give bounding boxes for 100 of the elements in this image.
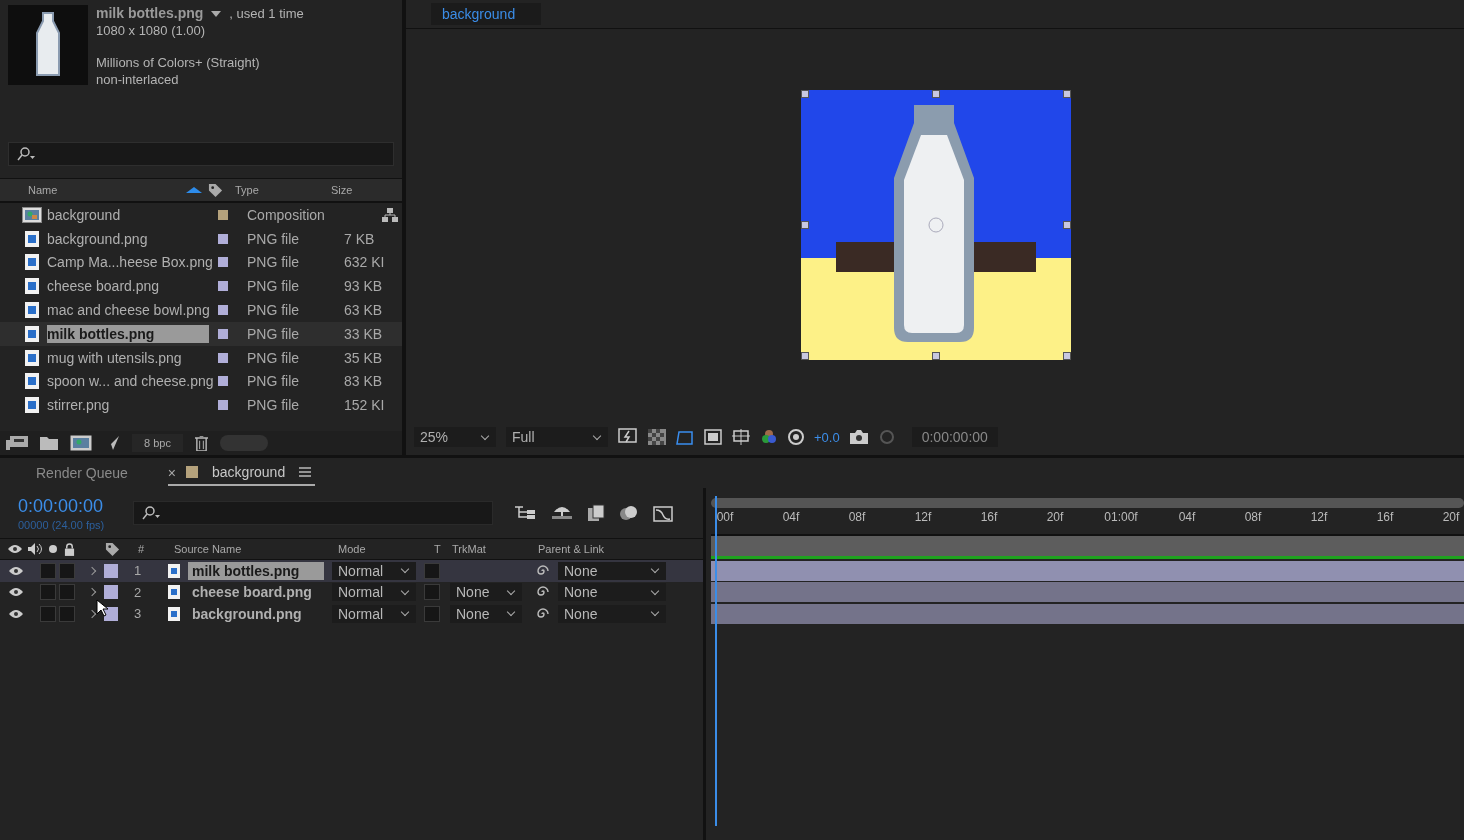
- region-of-interest-icon[interactable]: [704, 429, 722, 445]
- label-color-swatch[interactable]: [218, 209, 228, 220]
- blend-mode-dropdown[interactable]: Normal: [332, 604, 416, 623]
- camera-icon[interactable]: [849, 430, 868, 444]
- parent-dropdown[interactable]: None: [558, 604, 666, 623]
- layer-row[interactable]: 1 milk bottles.png Normal None: [0, 560, 703, 582]
- bit-depth-button[interactable]: 8 bpc: [132, 434, 183, 452]
- column-header[interactable]: TrkMat: [452, 543, 532, 555]
- magnification-dropdown[interactable]: 25%: [414, 427, 496, 447]
- column-header[interactable]: T: [434, 543, 446, 555]
- lock-toggle[interactable]: [59, 562, 75, 579]
- preserve-transparency-toggle[interactable]: [424, 562, 440, 579]
- search-field[interactable]: [133, 501, 493, 525]
- folder-icon[interactable]: [40, 436, 58, 450]
- label-color-swatch[interactable]: [218, 352, 228, 363]
- composition-tab[interactable]: background: [431, 3, 542, 25]
- label-color-swatch[interactable]: [218, 400, 228, 411]
- project-item[interactable]: stirrer.png PNG file 152 KI: [0, 393, 402, 418]
- project-item[interactable]: mug with utensils.png PNG file 35 KB: [0, 345, 402, 370]
- ruler-label: 08f: [848, 510, 866, 524]
- ruler-label: 01:00f: [1104, 510, 1138, 524]
- size-column-header[interactable]: Size: [331, 184, 353, 196]
- composition-icon: [22, 206, 42, 223]
- ruler-label: 12f: [914, 510, 932, 524]
- transform-handle[interactable]: [801, 90, 809, 98]
- color-channels-icon[interactable]: [760, 429, 778, 445]
- parent-dropdown[interactable]: None: [558, 583, 666, 602]
- search-field[interactable]: [8, 142, 394, 166]
- transparency-grid-icon[interactable]: [648, 429, 666, 445]
- lock-toggle[interactable]: [59, 584, 75, 601]
- label-color-swatch[interactable]: [104, 606, 118, 621]
- current-time-display[interactable]: 0:00:00:00: [911, 427, 998, 447]
- pick-whip-icon[interactable]: [536, 563, 550, 578]
- project-item[interactable]: Camp Ma...heese Box.png PNG file 632 KI: [0, 250, 402, 275]
- preserve-transparency-toggle[interactable]: [424, 584, 440, 601]
- new-composition-icon[interactable]: [70, 435, 92, 451]
- trash-icon[interactable]: [194, 435, 208, 451]
- solo-toggle[interactable]: [40, 584, 56, 601]
- type-column-header[interactable]: Type: [235, 184, 331, 196]
- menu-icon[interactable]: [299, 467, 312, 477]
- transform-handle[interactable]: [801, 352, 809, 360]
- graph-editor-icon[interactable]: [653, 504, 673, 522]
- preserve-transparency-toggle[interactable]: [424, 605, 440, 622]
- current-time-display[interactable]: 0:00:00:00: [18, 495, 133, 517]
- transform-handle[interactable]: [932, 352, 940, 360]
- parent-dropdown[interactable]: None: [558, 561, 666, 580]
- guides-icon[interactable]: [732, 429, 750, 445]
- project-item[interactable]: mac and cheese bowl.png PNG file 63 KB: [0, 298, 402, 322]
- composition-flowchart-icon[interactable]: [515, 504, 537, 520]
- solo-toggle[interactable]: [40, 605, 56, 622]
- blend-mode-dropdown[interactable]: Normal: [332, 583, 416, 602]
- label-color-swatch[interactable]: [218, 328, 228, 339]
- layer-row[interactable]: 2 cheese board.png Normal None None: [0, 581, 703, 603]
- dropdown-caret-icon[interactable]: [211, 10, 222, 17]
- lock-toggle[interactable]: [59, 605, 75, 622]
- layer-duration-bar[interactable]: [711, 560, 1464, 581]
- layer-duration-bar[interactable]: [711, 603, 1464, 624]
- eye-icon[interactable]: [9, 565, 23, 576]
- project-item[interactable]: background Composition: [0, 203, 402, 227]
- project-item[interactable]: spoon w... and cheese.png PNG file 83 KB: [0, 369, 402, 394]
- transform-handle[interactable]: [1063, 90, 1071, 98]
- label-color-swatch[interactable]: [104, 585, 118, 600]
- label-color-swatch[interactable]: [218, 281, 228, 292]
- flowchart-icon[interactable]: [382, 207, 398, 222]
- label-color-swatch[interactable]: [218, 376, 228, 387]
- layer-row[interactable]: 3 background.png Normal None None: [0, 603, 703, 625]
- label-color-swatch[interactable]: [104, 563, 118, 578]
- label-color-swatch[interactable]: [218, 257, 228, 268]
- eye-icon[interactable]: [9, 587, 23, 598]
- column-header[interactable]: #: [138, 543, 168, 555]
- column-header[interactable]: Mode: [338, 543, 428, 555]
- column-header[interactable]: Parent & Link: [538, 543, 605, 555]
- exposure-icon[interactable]: [788, 429, 804, 445]
- item-size: 93 KB: [344, 278, 383, 295]
- label-color-swatch[interactable]: [218, 233, 228, 244]
- solo-toggle[interactable]: [40, 562, 56, 579]
- interpret-footage-icon[interactable]: [6, 436, 28, 450]
- project-item[interactable]: background.png PNG file 7 KB: [0, 226, 402, 251]
- motion-blur-icon[interactable]: [619, 504, 639, 522]
- frame-blending-icon[interactable]: [587, 504, 605, 522]
- track-matte-dropdown[interactable]: None: [450, 604, 522, 623]
- transform-handle[interactable]: [932, 90, 940, 98]
- transform-handle[interactable]: [1063, 352, 1071, 360]
- pick-whip-icon[interactable]: [536, 606, 550, 621]
- label-color-swatch[interactable]: [218, 305, 228, 316]
- project-item[interactable]: cheese board.png PNG file 93 KB: [0, 274, 402, 299]
- transform-handle[interactable]: [801, 221, 809, 229]
- shy-layers-icon[interactable]: [551, 504, 573, 520]
- name-column-header[interactable]: Name: [28, 184, 186, 196]
- column-header[interactable]: Source Name: [174, 543, 332, 555]
- project-item[interactable]: milk bottles.png PNG file 33 KB: [0, 322, 402, 346]
- resolution-dropdown[interactable]: Full: [506, 427, 608, 447]
- fast-preview-icon[interactable]: [618, 428, 638, 446]
- mask-path-icon[interactable]: [676, 429, 694, 445]
- track-matte-dropdown[interactable]: None: [450, 583, 522, 602]
- blend-mode-dropdown[interactable]: Normal: [332, 561, 416, 580]
- transform-handle[interactable]: [1063, 221, 1071, 229]
- eye-icon[interactable]: [9, 608, 23, 619]
- close-icon[interactable]: ×: [167, 465, 177, 481]
- exposure-value[interactable]: +0.0: [814, 429, 840, 445]
